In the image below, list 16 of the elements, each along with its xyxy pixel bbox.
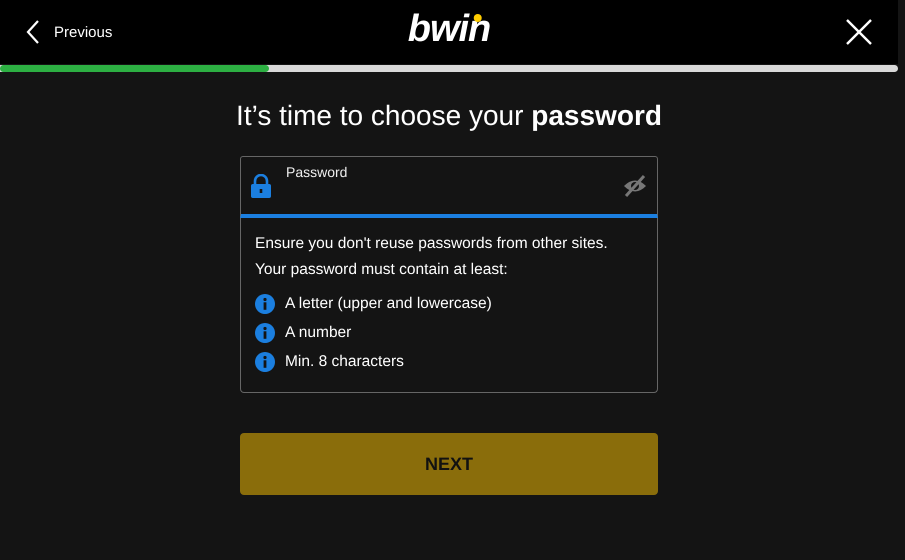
info-icon bbox=[255, 352, 275, 372]
password-field[interactable]: Password bbox=[240, 156, 658, 218]
back-icon bbox=[26, 19, 40, 45]
close-icon[interactable] bbox=[846, 19, 872, 45]
hint-text: Your password must contain at least: bbox=[255, 260, 509, 280]
lock-icon bbox=[251, 174, 271, 198]
previous-link[interactable]: Previous bbox=[26, 19, 112, 45]
hint-text: Ensure you don't reuse passwords from other sites. bbox=[255, 234, 609, 254]
eye-slash-icon[interactable] bbox=[623, 174, 647, 196]
info-icon bbox=[255, 323, 275, 343]
info-icon bbox=[255, 294, 275, 314]
logo: bwin bbox=[408, 8, 490, 51]
rule-text: A letter (upper and lowercase) bbox=[285, 295, 492, 313]
rule-text: A number bbox=[285, 324, 352, 342]
page-title: It’s time to choose your password bbox=[236, 100, 662, 132]
rule-text: Min. 8 characters bbox=[285, 353, 404, 371]
